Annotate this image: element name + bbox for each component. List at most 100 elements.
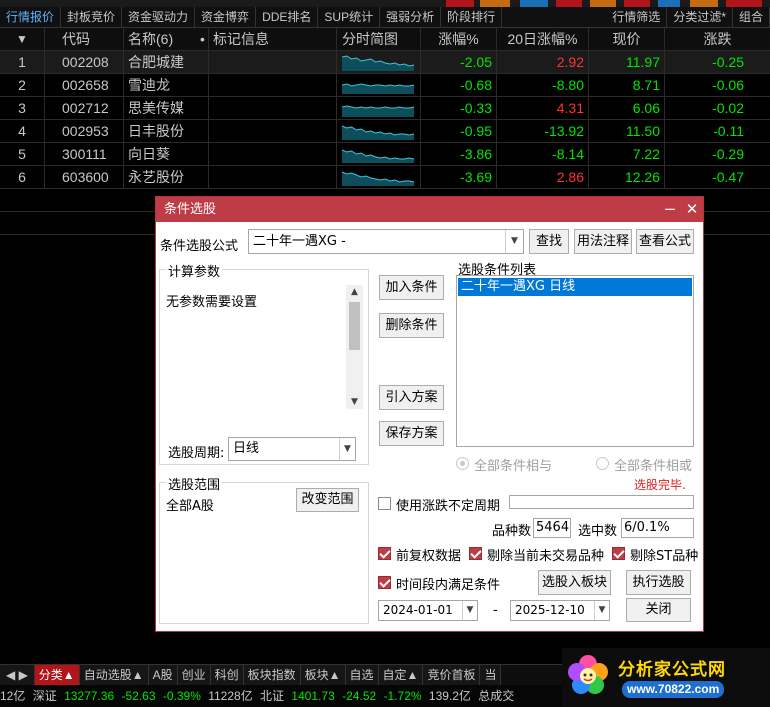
sz-pct: -0.39% (162, 689, 201, 703)
params-scrollbar[interactable]: ▲ ▼ (346, 285, 363, 409)
conditions-list[interactable]: 二十年一遇XG 日线 (456, 275, 694, 447)
table-row[interactable]: 1 002208 合肥城建 -2.05 2.92 11.97 -0.25 (0, 51, 770, 74)
tab-auto-screen[interactable]: 自动选股▲ (79, 665, 149, 685)
range-title: 选股范围 (166, 474, 223, 493)
scroll-down-icon[interactable]: ▼ (346, 397, 363, 407)
period-input[interactable] (509, 495, 694, 509)
row-price: 7.22 (588, 143, 664, 165)
header-sparkline[interactable]: 分时简图 (336, 28, 420, 50)
date-to-value: 2025-12-10 (515, 603, 585, 617)
tab-strength-analysis[interactable]: 强弱分析 (380, 7, 442, 28)
row-sparkline (336, 74, 420, 96)
row-index: 3 (18, 100, 26, 116)
delete-condition-button[interactable]: 删除条件 (379, 313, 444, 338)
row-pct: -3.69 (420, 166, 496, 188)
header-pct20[interactable]: 20日涨幅% (496, 28, 588, 50)
tab-truncated[interactable]: 当 (480, 665, 502, 685)
close-button[interactable]: 关闭 (626, 598, 691, 622)
time-range-checkbox[interactable] (378, 576, 391, 589)
tab-limit-bid[interactable]: 封板竞价 (61, 7, 123, 28)
header-note[interactable]: 标记信息 (208, 28, 336, 50)
tab-stage-rank[interactable]: 阶段排行 (441, 7, 503, 28)
usage-notes-button[interactable]: 用法注释 (574, 229, 632, 254)
chevron-down-icon[interactable]: ▼ (505, 230, 523, 253)
site-logo: 分析家公式网 www.70822.com (562, 648, 770, 707)
row-name: 雪迪龙 (123, 74, 208, 96)
tab-a-shares[interactable]: A股 (148, 665, 178, 685)
exclude-st-checkbox[interactable] (612, 547, 625, 560)
tab-nav-arrows-icon[interactable]: ◀ ▶ (0, 665, 35, 685)
minimize-icon[interactable]: − (660, 197, 680, 222)
chevron-down-icon[interactable]: ▼ (339, 438, 355, 460)
table-row[interactable]: 3 002712 思美传媒 -0.33 4.31 6.06 -0.02 (0, 97, 770, 120)
formula-select[interactable]: 二十年一遇XG - ▼ (248, 229, 524, 254)
all-and-radio[interactable] (456, 457, 469, 470)
status-amount-prefix: 12亿 (0, 689, 26, 703)
top-toolbar-strip (0, 0, 770, 7)
all-and-label: 全部条件相与 (474, 459, 553, 474)
scroll-up-icon[interactable]: ▲ (346, 287, 363, 297)
chevron-down-icon[interactable]: ▼ (462, 601, 477, 620)
sparkline-chart (342, 125, 415, 140)
all-or-radio[interactable] (596, 457, 609, 470)
execute-button[interactable]: 执行选股 (626, 570, 691, 595)
tab-category[interactable]: 分类▲ (34, 665, 80, 685)
row-price: 6.06 (588, 97, 664, 119)
tab-category-filter[interactable]: 分类过滤* (667, 7, 733, 28)
selected-label: 选中数 (578, 524, 618, 539)
tab-sector[interactable]: 板块▲ (300, 665, 346, 685)
header-pct[interactable]: 涨幅% (420, 28, 496, 50)
tab-bid-first-board[interactable]: 竞价首板 (423, 665, 481, 685)
tab-capital-game[interactable]: 资金博弈 (195, 7, 257, 28)
row-sparkline (336, 166, 420, 188)
find-button[interactable]: 查找 (529, 229, 569, 254)
chevron-down-icon[interactable]: ▼ (594, 601, 609, 620)
add-condition-button[interactable]: 加入条件 (379, 275, 444, 300)
table-row[interactable]: 2 002658 雪迪龙 -0.68 -8.80 8.71 -0.06 (0, 74, 770, 97)
row-pct20: -13.92 (496, 120, 588, 142)
row-code: 002712 (44, 97, 123, 119)
pre-adjust-checkbox[interactable] (378, 547, 391, 560)
tab-sector-index[interactable]: 板块指数 (243, 665, 301, 685)
tab-dde-rank[interactable]: DDE排名 (256, 7, 319, 28)
sort-dropdown-icon[interactable]: ▼ (0, 28, 44, 50)
tab-portfolio[interactable]: 组合 (733, 7, 770, 28)
tab-quotes[interactable]: 行情报价 (0, 7, 62, 28)
select-to-block-button[interactable]: 选股入板块 (538, 570, 611, 595)
bz-label: 北证 (260, 689, 285, 703)
row-change: -0.02 (664, 97, 770, 119)
table-row[interactable]: 4 002953 日丰股份 -0.95 -13.92 11.50 -0.11 (0, 120, 770, 143)
exclude-untraded-checkbox[interactable] (469, 547, 482, 560)
tab-sup-stats[interactable]: SUP统计 (318, 7, 381, 28)
view-formula-button[interactable]: 查看公式 (636, 229, 694, 254)
tab-capital-drive[interactable]: 资金驱动力 (122, 7, 196, 28)
use-period-checkbox[interactable] (378, 497, 391, 510)
close-icon[interactable]: ✕ (682, 197, 702, 222)
formula-value: 二十年一遇XG - (253, 234, 346, 249)
save-plan-button[interactable]: 保存方案 (379, 421, 444, 446)
tab-quote-filter[interactable]: 行情筛选 (606, 7, 668, 28)
status-done-text: 选股完毕. (634, 478, 686, 492)
header-price[interactable]: 现价 (588, 28, 664, 50)
date-from-select[interactable]: 2024-01-01 ▼ (378, 600, 478, 621)
list-item[interactable]: 二十年一遇XG 日线 (458, 278, 692, 296)
date-to-select[interactable]: 2025-12-10 ▼ (510, 600, 610, 621)
scroll-thumb[interactable] (349, 302, 360, 350)
period-select[interactable]: 日线 ▼ (228, 437, 356, 461)
row-sparkline (336, 143, 420, 165)
import-plan-button[interactable]: 引入方案 (379, 385, 444, 410)
tab-watchlist[interactable]: 自选 (345, 665, 379, 685)
tab-star[interactable]: 科创 (210, 665, 244, 685)
exclude-st-label: 剔除ST品种 (630, 549, 699, 564)
row-price: 11.97 (588, 51, 664, 73)
header-code[interactable]: 代码 (44, 28, 123, 50)
exclude-untraded-label: 剔除当前未交易品种 (487, 549, 605, 564)
header-change[interactable]: 涨跌 (664, 28, 770, 50)
table-row[interactable]: 6 603600 永艺股份 -3.69 2.86 12.26 -0.47 (0, 166, 770, 189)
tab-custom[interactable]: 自定▲ (378, 665, 424, 685)
change-range-button[interactable]: 改变范围 (296, 488, 359, 512)
tab-chinext[interactable]: 创业 (177, 665, 211, 685)
table-row[interactable]: 5 300111 向日葵 -3.86 -8.14 7.22 -0.29 (0, 143, 770, 166)
header-name[interactable]: 名称(6) • (123, 28, 208, 50)
row-code: 002208 (44, 51, 123, 73)
